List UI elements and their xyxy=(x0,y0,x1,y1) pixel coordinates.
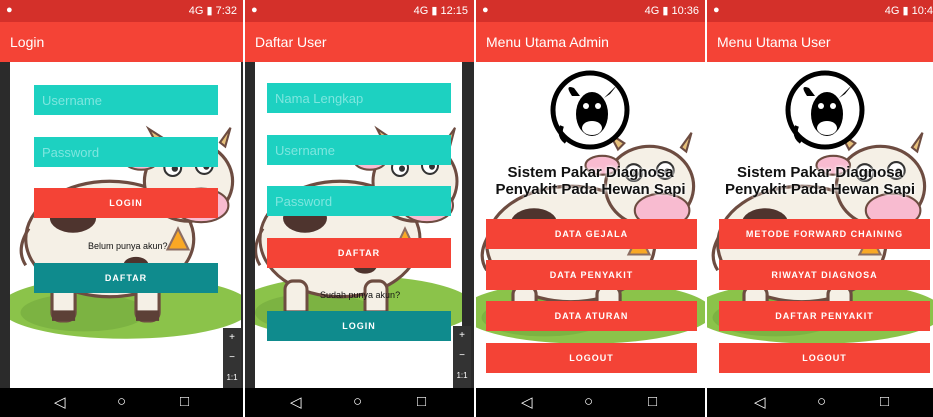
status-right: 4G ▮ 12:15 xyxy=(413,5,468,17)
status-bar: ● 4G ▮ 12:15 xyxy=(245,0,474,22)
app-heading-line1: Sistem Pakar Diagnosa xyxy=(507,164,674,181)
menu-forward-chaining-button[interactable]: METODE FORWARD CHAINING xyxy=(719,219,930,249)
register-button[interactable]: DAFTAR xyxy=(267,238,451,268)
home-icon[interactable]: ○ xyxy=(817,393,826,410)
nav-bar: ◁ ○ □ xyxy=(0,388,243,417)
clock: 10:36 xyxy=(671,5,699,17)
signal-icon: 4G xyxy=(644,5,660,17)
phone-screen-admin-menu: ● 4G ▮ 10:36 Menu Utama Admin Sistem Pak… xyxy=(476,0,705,417)
app-heading-line2: Penyakit Pada Hewan Sapi xyxy=(495,181,686,198)
menu-daftar-penyakit-button[interactable]: DAFTAR PENYAKIT xyxy=(719,301,930,331)
home-icon[interactable]: ○ xyxy=(353,393,362,410)
nav-bar: ◁ ○ □ xyxy=(707,388,933,417)
login-button[interactable]: LOGIN xyxy=(34,188,218,218)
home-icon[interactable]: ○ xyxy=(584,393,593,410)
phone-screen-login: ● 4G ▮ 7:32 Login Username Password LOGI… xyxy=(0,0,243,417)
username-field[interactable]: Username xyxy=(267,135,451,165)
zoom-ratio-button[interactable]: 1:1 xyxy=(453,366,471,386)
android-icon: ● xyxy=(251,4,258,16)
recents-icon[interactable]: □ xyxy=(880,393,889,410)
status-bar: ● 4G ▮ 10:4 xyxy=(707,0,933,22)
back-icon[interactable]: ◁ xyxy=(54,393,66,411)
clock: 12:15 xyxy=(440,5,468,17)
status-right: 4G ▮ 10:4 xyxy=(884,5,933,17)
signal-icon: 4G xyxy=(413,5,429,17)
password-field[interactable]: Password xyxy=(267,186,451,216)
recents-icon[interactable]: □ xyxy=(180,393,189,410)
status-bar: ● 4G ▮ 10:36 xyxy=(476,0,705,22)
app-heading-line2: Penyakit Pada Hewan Sapi xyxy=(724,181,916,198)
cow-logo-icon xyxy=(550,70,630,150)
app-bar-title: Daftar User xyxy=(245,22,474,62)
phone-screen-register: ● 4G ▮ 12:15 Daftar User Nama Lengkap Us… xyxy=(245,0,474,417)
zoom-ratio-button[interactable]: 1:1 xyxy=(223,368,241,388)
fullname-field[interactable]: Nama Lengkap xyxy=(267,83,451,113)
app-bar-title: Menu Utama User xyxy=(707,22,933,62)
app-bar-title: Login xyxy=(0,22,243,62)
back-icon[interactable]: ◁ xyxy=(521,393,533,411)
have-account-label: Sudah punya akun? xyxy=(320,290,401,300)
register-button[interactable]: DAFTAR xyxy=(34,263,218,293)
no-account-label: Belum punya akun? xyxy=(88,241,168,251)
status-bar: ● 4G ▮ 7:32 xyxy=(0,0,243,22)
user-menu-content: Sistem Pakar Diagnosa Penyakit Pada Hewa… xyxy=(707,62,933,388)
zoom-out-button[interactable]: − xyxy=(223,348,241,368)
password-field[interactable]: Password xyxy=(34,137,218,167)
username-field[interactable]: Username xyxy=(34,85,218,115)
zoom-out-button[interactable]: − xyxy=(453,346,471,366)
logout-button[interactable]: LOGOUT xyxy=(719,343,930,373)
signal-icon: 4G xyxy=(884,5,900,17)
phone-screen-user-menu: ● 4G ▮ 10:4 Menu Utama User Sistem Pakar… xyxy=(707,0,933,417)
clock: 10:4 xyxy=(911,5,933,17)
cow-logo-icon xyxy=(785,70,865,150)
login-content: Username Password LOGIN Belum punya akun… xyxy=(10,62,241,388)
nav-bar: ◁ ○ □ xyxy=(476,388,705,417)
menu-data-penyakit-button[interactable]: DATA PENYAKIT xyxy=(486,260,697,290)
android-icon: ● xyxy=(6,4,13,16)
recents-icon[interactable]: □ xyxy=(417,393,426,410)
menu-data-aturan-button[interactable]: DATA ATURAN xyxy=(486,301,697,331)
menu-riwayat-diagnosa-button[interactable]: RIWAYAT DIAGNOSA xyxy=(719,260,930,290)
admin-menu-content: Sistem Pakar Diagnosa Penyakit Pada Hewa… xyxy=(476,62,705,388)
recents-icon[interactable]: □ xyxy=(648,393,657,410)
zoom-in-button[interactable]: + xyxy=(223,328,241,348)
nav-bar: ◁ ○ □ xyxy=(245,388,474,417)
app-heading-line1: Sistem Pakar Diagnosa xyxy=(737,164,903,181)
home-icon[interactable]: ○ xyxy=(117,393,126,410)
android-icon: ● xyxy=(713,4,720,16)
zoom-in-button[interactable]: + xyxy=(453,326,471,346)
status-right: 4G ▮ 7:32 xyxy=(188,5,237,17)
app-bar-title: Menu Utama Admin xyxy=(476,22,705,62)
register-content: Nama Lengkap Username Password DAFTAR Su… xyxy=(255,62,462,388)
menu-data-gejala-button[interactable]: DATA GEJALA xyxy=(486,219,697,249)
clock: 7:32 xyxy=(215,5,237,17)
login-button[interactable]: LOGIN xyxy=(267,311,451,341)
back-icon[interactable]: ◁ xyxy=(754,393,766,411)
back-icon[interactable]: ◁ xyxy=(290,393,302,411)
android-icon: ● xyxy=(482,4,489,16)
signal-icon: 4G xyxy=(188,5,204,17)
status-right: 4G ▮ 10:36 xyxy=(644,5,699,17)
logout-button[interactable]: LOGOUT xyxy=(486,343,697,373)
